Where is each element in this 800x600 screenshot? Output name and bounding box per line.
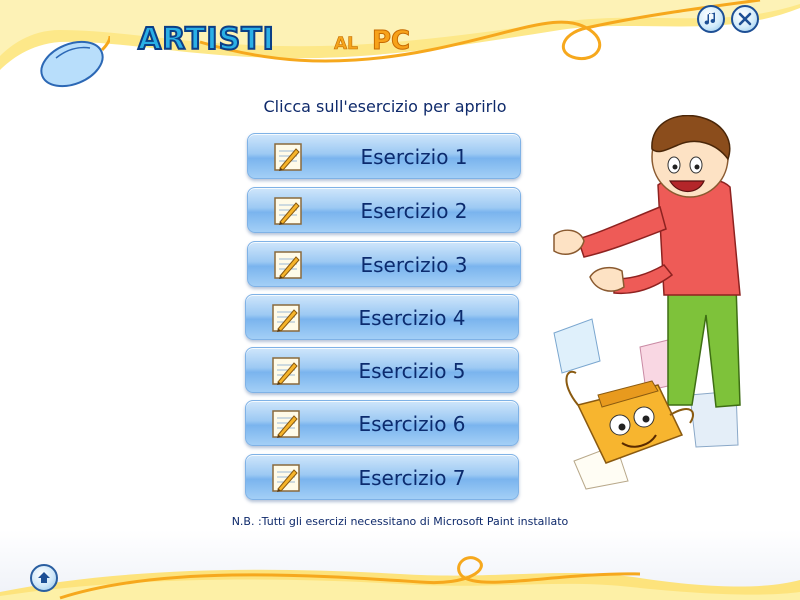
home-button[interactable] [30, 564, 58, 592]
exercise-label: Esercizio 4 [358, 306, 466, 330]
close-button[interactable] [731, 5, 759, 33]
instruction-text: Clicca sull'esercizio per aprirlo [263, 97, 507, 116]
app-title-pc: PC [371, 26, 411, 57]
notepad-pencil-icon [272, 304, 300, 332]
boy-and-printer-illustration [553, 115, 741, 490]
home-arrow-icon [38, 572, 50, 583]
exercise-label: Esercizio 6 [358, 412, 466, 436]
music-toggle-button[interactable] [697, 5, 725, 33]
exercise-button-2[interactable]: Esercizio 2 [247, 187, 521, 233]
exercise-button-6[interactable]: Esercizio 6 [245, 400, 519, 446]
music-note-icon [704, 12, 715, 25]
exercise-button-7[interactable]: Esercizio 7 [245, 454, 519, 500]
notepad-pencil-icon [272, 464, 300, 492]
exercise-label: Esercizio 3 [360, 253, 468, 277]
close-icon [738, 12, 752, 26]
notepad-pencil-icon [274, 251, 302, 279]
footer-background [0, 530, 800, 600]
app-title-al: AL [334, 34, 359, 55]
exercise-label: Esercizio 2 [360, 199, 468, 223]
notepad-pencil-icon [274, 197, 302, 225]
mouse-logo-icon [40, 36, 110, 88]
exercise-button-4[interactable]: Esercizio 4 [245, 294, 519, 340]
notepad-pencil-icon [272, 410, 300, 438]
notepad-pencil-icon [272, 357, 300, 385]
exercise-label: Esercizio 5 [358, 359, 466, 383]
app-title: ARTISTI [137, 21, 275, 58]
paint-requirement-note: N.B. :Tutti gli esercizi necessitano di … [231, 515, 569, 528]
exercise-label: Esercizio 1 [360, 145, 468, 169]
exercise-button-3[interactable]: Esercizio 3 [247, 241, 521, 287]
exercise-label: Esercizio 7 [358, 466, 466, 490]
exercise-button-1[interactable]: Esercizio 1 [247, 133, 521, 179]
exercise-button-5[interactable]: Esercizio 5 [245, 347, 519, 393]
notepad-pencil-icon [274, 143, 302, 171]
